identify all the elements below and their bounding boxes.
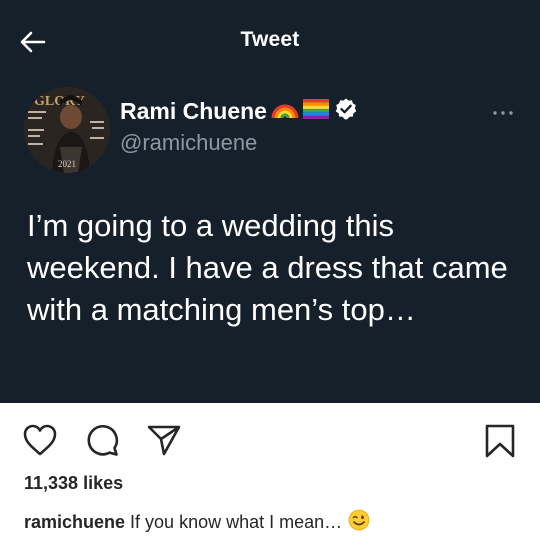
- heart-icon[interactable]: [22, 423, 58, 462]
- caption-username[interactable]: ramichuene: [24, 512, 125, 533]
- wink-emoji-icon: [348, 509, 370, 536]
- post-actions-panel: 11,338 likes ramichuene If you know what…: [0, 403, 540, 536]
- caption-text: If you know what I mean…: [130, 512, 343, 532]
- bookmark-icon[interactable]: [484, 423, 516, 464]
- rainbow-flag-icon: [302, 99, 329, 124]
- top-bar: Tweet: [0, 0, 540, 80]
- post-caption: ramichuene If you know what I mean…: [24, 509, 370, 536]
- page-title: Tweet: [240, 28, 300, 51]
- rainbow-emoji-icon: [270, 98, 300, 125]
- svg-text:2021: 2021: [58, 159, 76, 169]
- verified-badge-icon: [334, 97, 358, 126]
- author-name-row: Rami Chuene: [120, 97, 358, 126]
- tweet-text: I’m going to a wedding this weekend. I h…: [27, 208, 508, 327]
- author-handle[interactable]: @ramichuene: [120, 130, 257, 156]
- share-icon[interactable]: [146, 423, 182, 462]
- more-icon[interactable]: [488, 104, 518, 122]
- likes-count[interactable]: 11,338 likes: [24, 473, 123, 494]
- tweet-card: Tweet GLORY 2021 Rami Chuene @ramichuene…: [0, 0, 540, 403]
- avatar[interactable]: GLORY 2021: [24, 87, 110, 173]
- author-name[interactable]: Rami Chuene: [120, 98, 267, 125]
- comment-icon[interactable]: [84, 423, 120, 462]
